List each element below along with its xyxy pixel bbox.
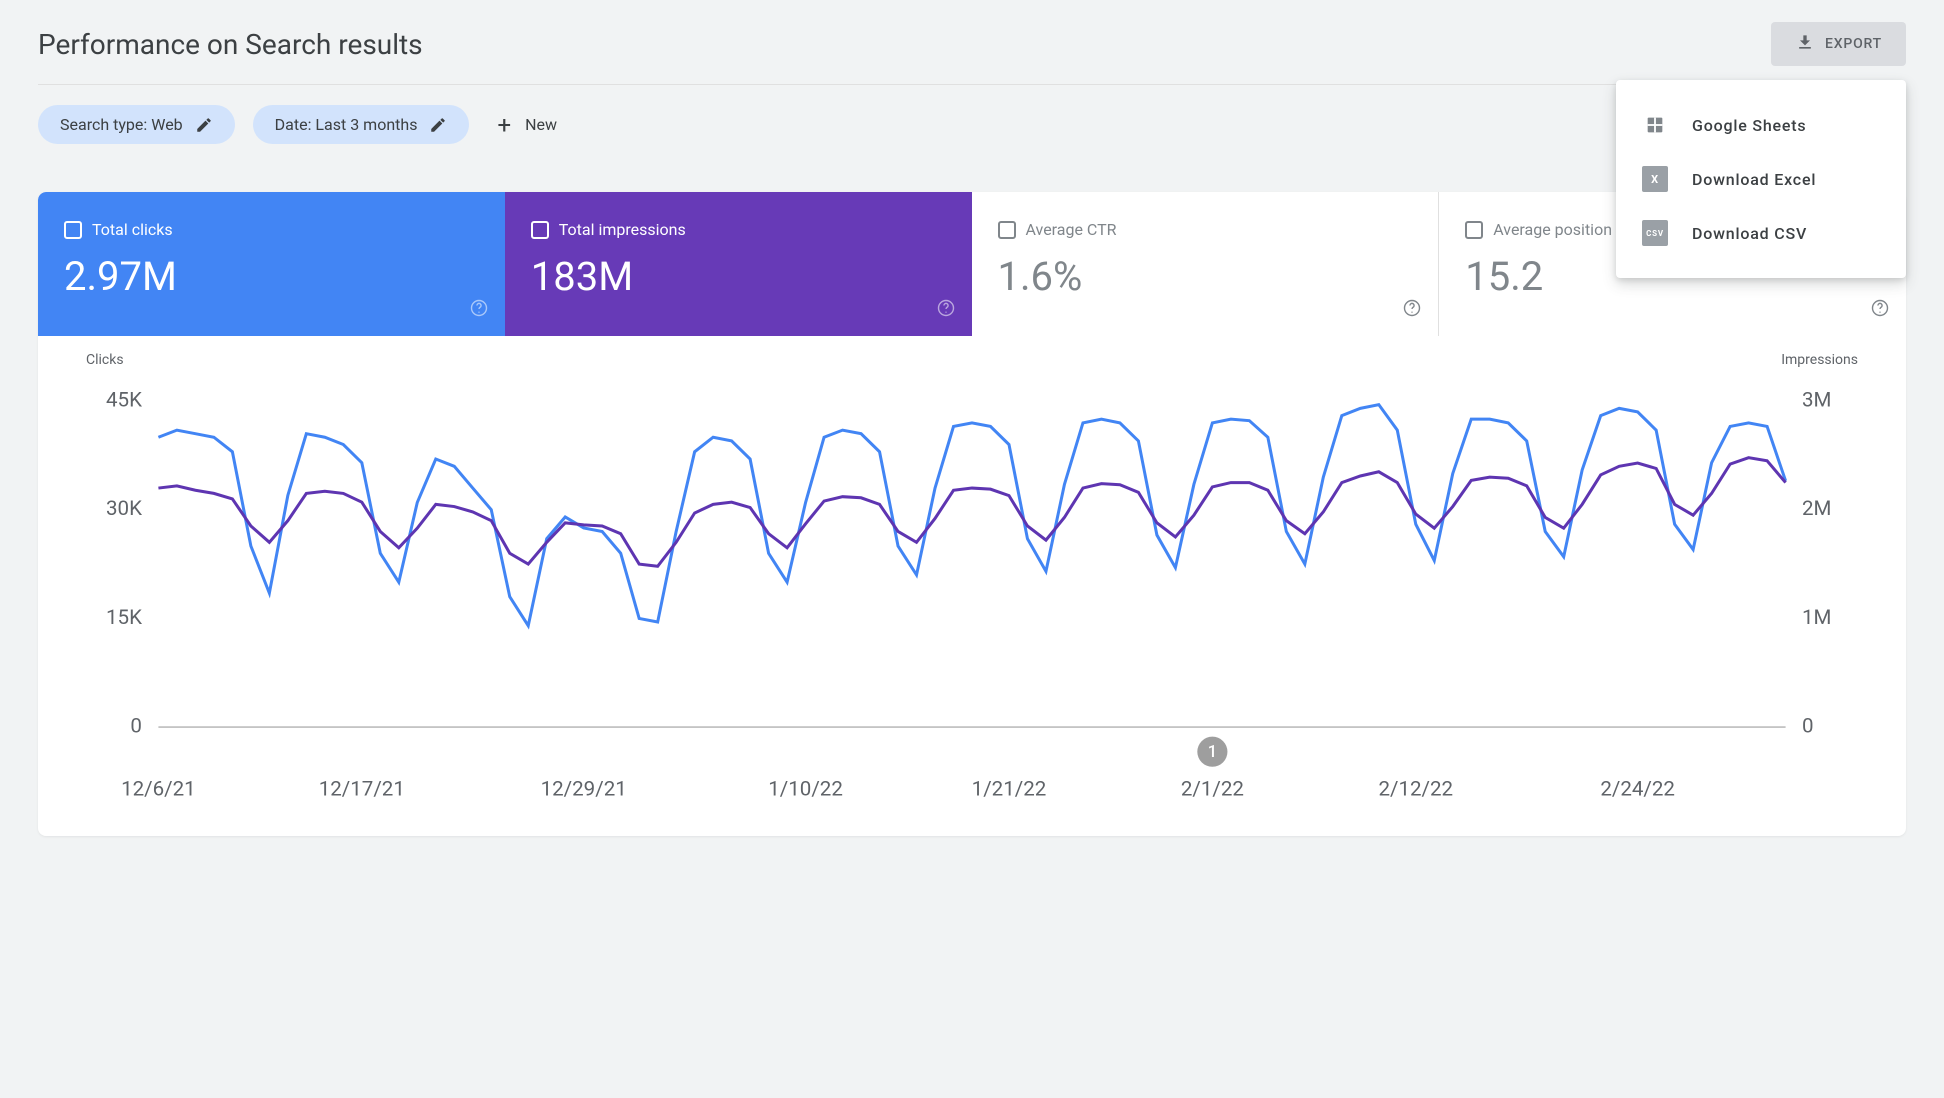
export-button[interactable]: EXPORT Google SheetsXDownload ExcelCSVDo… — [1771, 22, 1906, 66]
checkbox-unchecked-icon — [998, 221, 1016, 239]
checkbox-checked-icon — [64, 221, 82, 239]
help-icon[interactable] — [469, 298, 489, 322]
new-filter-button[interactable]: + New — [497, 111, 557, 139]
svg-text:1: 1 — [1208, 743, 1217, 762]
metric-position-value: 15.2 — [1465, 253, 1880, 300]
help-icon[interactable] — [1870, 298, 1890, 322]
filter-chip-date[interactable]: Date: Last 3 months — [253, 105, 470, 144]
svg-text:2M: 2M — [1802, 497, 1831, 521]
metric-impressions-value: 183M — [531, 253, 946, 300]
edit-icon — [195, 116, 213, 134]
metric-average-position[interactable]: Average position 15.2 — [1439, 192, 1906, 336]
export-google-sheets-icon — [1642, 112, 1668, 138]
chart-y-right-label: Impressions — [1781, 352, 1858, 368]
plus-icon: + — [497, 111, 511, 139]
chart-svg: 45K 30K 15K 0 3M 2M 1M 0 12/6/21 12/17/21 12/29/21… — [68, 360, 1876, 826]
svg-text:12/6/21: 12/6/21 — [121, 778, 196, 802]
metric-clicks-label: Total clicks — [92, 220, 173, 239]
svg-text:1M: 1M — [1802, 606, 1831, 630]
edit-icon — [429, 116, 447, 134]
help-icon[interactable] — [936, 298, 956, 322]
svg-text:45K: 45K — [106, 389, 142, 413]
svg-text:12/17/21: 12/17/21 — [319, 778, 405, 802]
metric-position-label: Average position — [1493, 220, 1612, 239]
export-button-label: EXPORT — [1825, 36, 1882, 52]
checkbox-checked-icon — [531, 221, 549, 239]
page-title: Performance on Search results — [38, 28, 423, 61]
checkbox-unchecked-icon — [1465, 221, 1483, 239]
metric-total-impressions[interactable]: Total impressions 183M — [505, 192, 972, 336]
export-download-excel-icon: X — [1642, 166, 1668, 192]
metric-clicks-value: 2.97M — [64, 253, 479, 300]
metric-total-clicks[interactable]: Total clicks 2.97M — [38, 192, 505, 336]
svg-text:2/24/22: 2/24/22 — [1600, 778, 1675, 802]
filter-chip-date-label: Date: Last 3 months — [275, 115, 418, 134]
svg-text:2/1/22: 2/1/22 — [1181, 778, 1244, 802]
chart-y-left-label: Clicks — [86, 352, 124, 368]
svg-text:30K: 30K — [106, 497, 142, 521]
metric-ctr-value: 1.6% — [998, 253, 1413, 300]
filter-chip-search-type-label: Search type: Web — [60, 115, 183, 134]
performance-chart: Clicks Impressions 45K 30K 15K 0 3M 2M 1M 0 12/6… — [38, 336, 1906, 836]
export-download-excel-label: Download Excel — [1692, 170, 1816, 189]
svg-text:1/21/22: 1/21/22 — [972, 778, 1047, 802]
svg-text:12/29/21: 12/29/21 — [541, 778, 627, 802]
metric-average-ctr[interactable]: Average CTR 1.6% — [972, 192, 1440, 336]
metric-impressions-label: Total impressions — [559, 220, 686, 239]
svg-text:0: 0 — [1802, 715, 1814, 739]
download-icon — [1795, 32, 1815, 56]
export-google-sheets-label: Google Sheets — [1692, 116, 1806, 135]
svg-text:0: 0 — [130, 715, 142, 739]
help-icon[interactable] — [1402, 298, 1422, 322]
svg-text:3M: 3M — [1802, 389, 1831, 413]
metric-ctr-label: Average CTR — [1026, 220, 1117, 239]
new-filter-label: New — [525, 115, 557, 134]
export-google-sheets[interactable]: Google Sheets — [1616, 98, 1906, 152]
svg-text:2/12/22: 2/12/22 — [1378, 778, 1453, 802]
svg-text:15K: 15K — [106, 606, 142, 630]
filter-chip-search-type[interactable]: Search type: Web — [38, 105, 235, 144]
svg-text:1/10/22: 1/10/22 — [768, 778, 843, 802]
